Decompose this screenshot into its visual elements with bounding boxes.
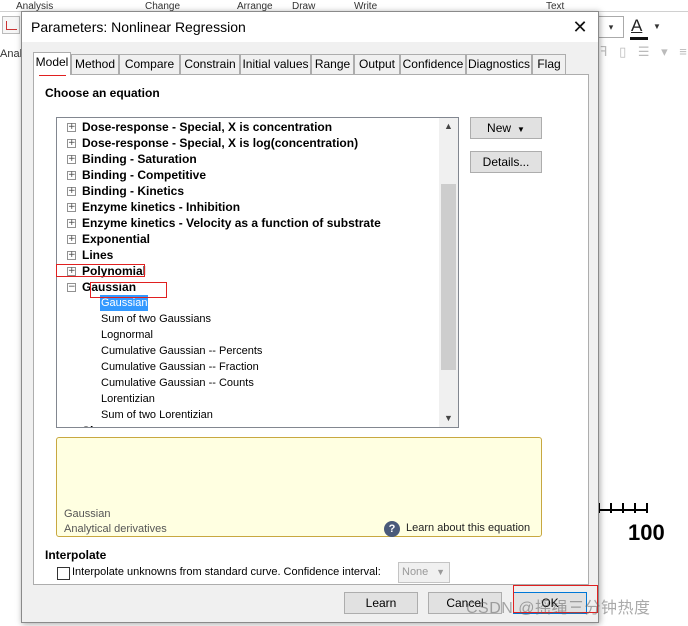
axis-tick [646,503,648,513]
confidence-interval-dropdown[interactable]: None ▼ [398,562,450,583]
tree-group-label: Si [82,423,93,427]
tab-method[interactable]: Method [71,54,119,74]
tree-item-label: Lognormal [101,329,153,341]
tree-item-sum-of-two-lorentizian[interactable]: Sum of two Lorentizian [57,407,439,423]
tree-group-label: Binding - Kinetics [82,184,184,198]
expand-icon[interactable]: + [67,219,76,228]
chevron-down-icon: ▼ [653,22,661,31]
font-color-button[interactable]: A ▼ [628,16,668,40]
expand-icon[interactable]: + [67,139,76,148]
close-button[interactable]: ✕ [565,16,595,38]
expand-icon[interactable]: + [67,235,76,244]
tree-item-label: Lorentizian [101,393,155,405]
tab-diagnostics[interactable]: Diagnostics [466,54,532,74]
expand-icon[interactable]: + [67,187,76,196]
new-equation-button[interactable]: New ▼ [470,117,542,139]
font-color-swatch [630,37,648,40]
expand-icon[interactable]: + [67,171,76,180]
chevron-down-icon: ▼ [436,567,445,577]
scroll-down-icon[interactable]: ▼ [439,410,458,427]
tab-compare[interactable]: Compare [119,54,180,74]
tree-group-label: Binding - Saturation [82,152,197,166]
help-icon[interactable]: ? [384,521,400,537]
scrollbar-thumb[interactable] [441,184,456,370]
annotation-highlight-gaussian-group [56,264,145,277]
axis-tick [634,503,636,513]
tree-group-label: Enzyme kinetics - Inhibition [82,200,241,214]
annotation-highlight-gaussian-item [90,282,167,298]
collapse-icon[interactable]: − [67,283,76,292]
expand-icon[interactable]: + [67,155,76,164]
tree-group-label: Lines [82,248,114,262]
tab-range[interactable]: Range [311,54,354,74]
chart-axis-fragment [598,503,680,519]
tree-item-label: Cumulative Gaussian -- Fraction [101,361,259,373]
tree-group-dose-response-log[interactable]: + Dose-response - Special, X is log(conc… [57,135,439,151]
axis-tick [610,503,612,513]
scroll-up-icon[interactable]: ▲ [439,118,458,135]
model-tab-panel: Choose an equation + Dose-response - Spe… [33,74,589,585]
chevron-down-icon: ▼ [517,125,525,134]
tree-group-enzyme-inhibition[interactable]: + Enzyme kinetics - Inhibition [57,199,439,215]
tree-item-cumulative-counts[interactable]: Cumulative Gaussian -- Counts [57,375,439,391]
tree-group-binding-competitive[interactable]: + Binding - Competitive [57,167,439,183]
interpolate-label: Interpolate unknowns from standard curve… [72,566,381,578]
expand-icon[interactable]: + [68,427,76,428]
tree-item-sum-of-two-gaussians[interactable]: Sum of two Gaussians [57,311,439,327]
tree-item-label: Sum of two Lorentizian [101,409,213,421]
dialog-titlebar[interactable]: Parameters: Nonlinear Regression ✕ [22,12,598,42]
chart-axis-tick-label: 100 [628,520,665,545]
tree-group-label: Dose-response - Special, X is log(concen… [82,136,359,150]
equation-description-box: Gaussian Analytical derivatives ? Learn … [56,437,542,537]
tab-initial-values[interactable]: Initial values [240,54,311,74]
expand-icon[interactable]: + [67,123,76,132]
tree-group-partial[interactable]: + Si [57,423,439,428]
details-button[interactable]: Details... [470,151,542,173]
tree-group-label: Dose-response - Special, X is concentrat… [82,120,333,134]
font-size-dropdown[interactable]: ▾ [598,16,624,38]
analyze-chart-icon[interactable] [2,16,20,34]
tab-constrain[interactable]: Constrain [180,54,240,74]
tree-group-label: Exponential [82,232,151,246]
tree-group-label: Enzyme kinetics - Velocity as a function… [82,216,381,230]
tree-group-binding-kinetics[interactable]: + Binding - Kinetics [57,183,439,199]
watermark-text: CSDN @摇绳三分钟热度 [466,600,651,617]
tree-item-lorentizian[interactable]: Lorentizian [57,391,439,407]
confidence-interval-value: None [402,566,429,578]
tree-item-lognormal[interactable]: Lognormal [57,327,439,343]
tree-item-label: Cumulative Gaussian -- Percents [101,345,263,357]
tree-group-dose-response-concentration[interactable]: + Dose-response - Special, X is concentr… [57,119,439,135]
axis-tick [622,503,624,513]
tree-item-label: Cumulative Gaussian -- Counts [101,377,254,389]
tree-item-cumulative-percents[interactable]: Cumulative Gaussian -- Percents [57,343,439,359]
text-format-toolbar[interactable]: ꟻ ▯ ☰ ▾ ≡ ▾ [600,44,688,60]
dialog-title: Parameters: Nonlinear Regression [31,19,246,35]
tab-confidence[interactable]: Confidence [400,54,466,74]
expand-icon[interactable]: + [67,203,76,212]
tree-item-label: Sum of two Gaussians [101,313,212,325]
tree-group-exponential[interactable]: + Exponential [57,231,439,247]
learn-about-equation-link[interactable]: Learn about this equation [406,522,530,534]
expand-icon[interactable]: + [67,251,76,260]
font-color-letter: A [631,16,643,35]
tree-scrollbar[interactable]: ▲ ▼ [439,118,458,427]
new-button-label: New [487,121,512,135]
tree-item-cumulative-fraction[interactable]: Cumulative Gaussian -- Fraction [57,359,439,375]
tree-group-binding-saturation[interactable]: + Binding - Saturation [57,151,439,167]
tree-group-enzyme-velocity[interactable]: + Enzyme kinetics - Velocity as a functi… [57,215,439,231]
choose-equation-heading: Choose an equation [45,86,160,100]
equation-name: Gaussian [64,508,111,520]
tree-group-label: Binding - Competitive [82,168,206,182]
interpolate-heading: Interpolate [45,548,107,562]
interpolate-checkbox[interactable] [57,567,70,580]
tab-flag[interactable]: Flag [532,54,566,74]
learn-button[interactable]: Learn [344,592,418,614]
tree-group-lines[interactable]: + Lines [57,247,439,263]
tab-output[interactable]: Output [354,54,400,74]
nonlinear-regression-dialog: Parameters: Nonlinear Regression ✕ Model… [21,11,599,623]
equation-derivatives-note: Analytical derivatives [64,523,167,535]
tab-model[interactable]: Model [33,52,71,75]
